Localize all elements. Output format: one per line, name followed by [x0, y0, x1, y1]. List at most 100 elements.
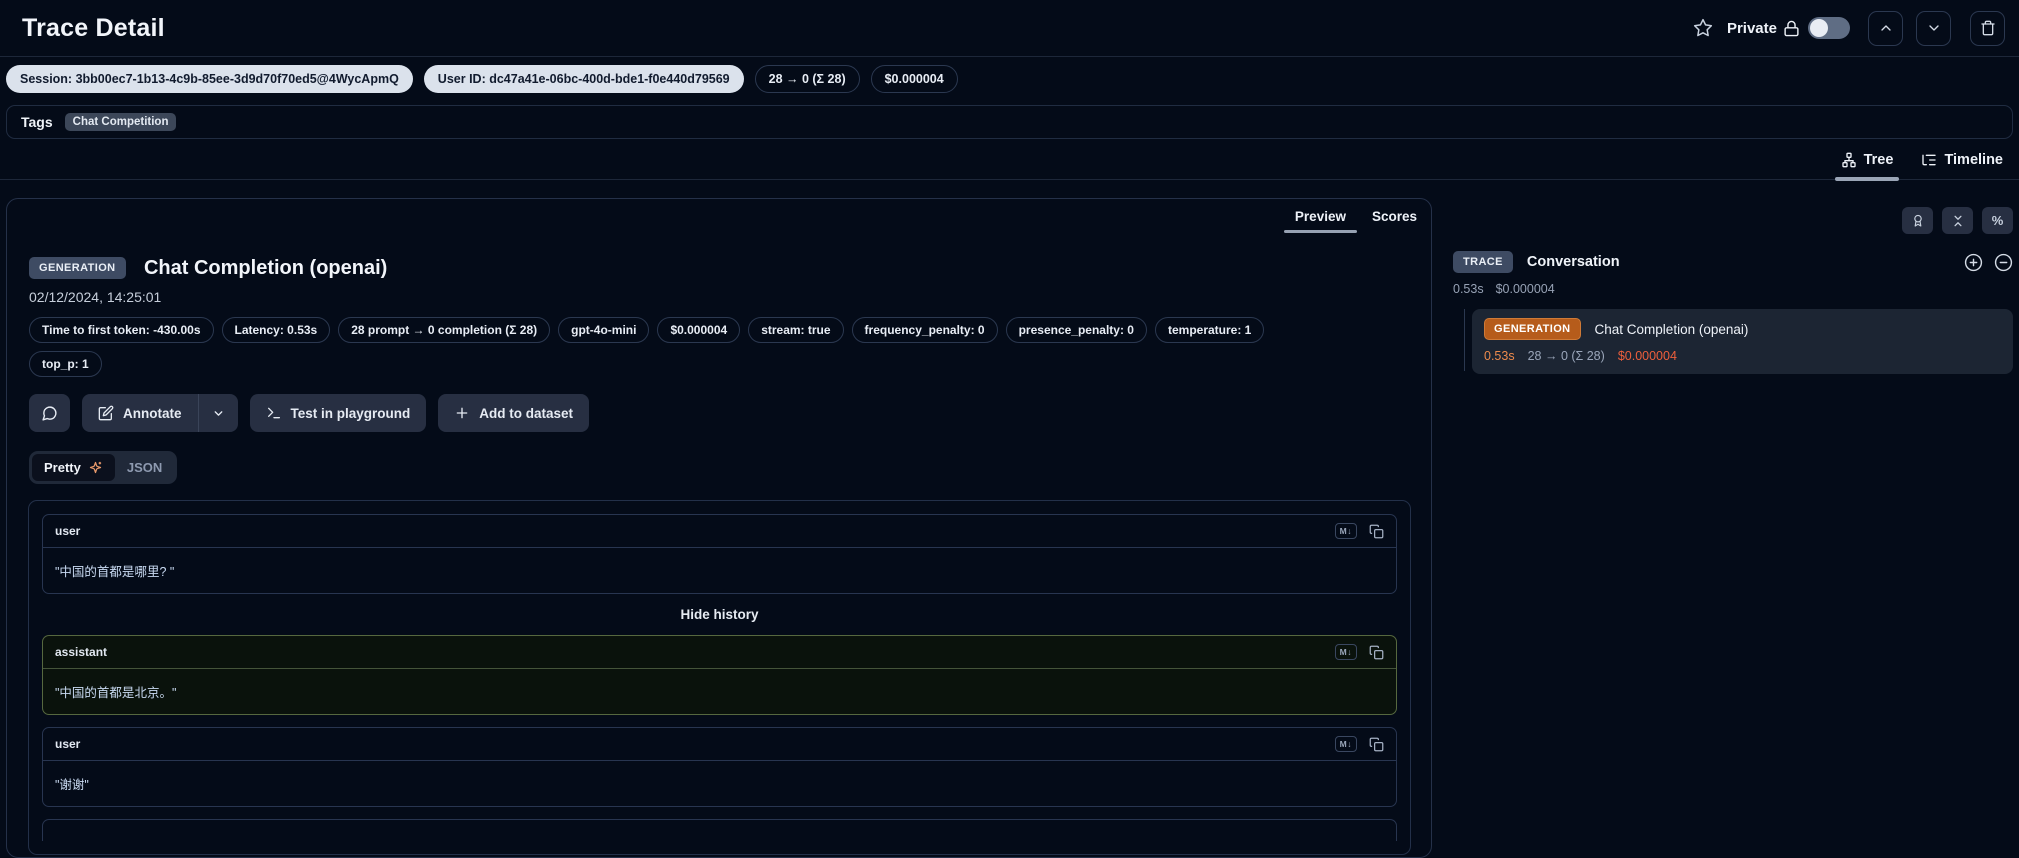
- markdown-toggle-icon[interactable]: M↓: [1335, 644, 1357, 660]
- star-icon: [1693, 18, 1713, 38]
- metric-presence-penalty: presence_penalty: 0: [1006, 317, 1147, 343]
- generation-type-badge: GENERATION: [29, 257, 126, 279]
- tags-label: Tags: [21, 114, 53, 130]
- chevron-up-icon: [1878, 20, 1894, 36]
- actions-row: Annotate Test in playground: [29, 394, 1409, 432]
- comment-bubble-icon: [41, 405, 58, 422]
- message-role: user: [55, 737, 80, 751]
- message-tools: M↓: [1335, 736, 1384, 752]
- tree-icon: [1841, 152, 1857, 168]
- message-header: assistant M↓: [43, 636, 1396, 669]
- tree-children: GENERATION Chat Completion (openai) 0.53…: [1453, 309, 2013, 374]
- observation-title: Chat Completion (openai): [144, 257, 387, 279]
- bookmark-star-button[interactable]: [1693, 18, 1713, 38]
- copy-icon[interactable]: [1369, 737, 1384, 752]
- chevron-down-icon: [1926, 20, 1942, 36]
- expand-collapse-controls: [1964, 253, 2013, 272]
- tree-indent-line: [1464, 309, 1465, 371]
- tab-timeline[interactable]: Timeline: [1921, 152, 2003, 179]
- trace-title: Conversation: [1527, 254, 1620, 270]
- plus-icon: [454, 405, 470, 421]
- show-percent-button[interactable]: %: [1982, 207, 2013, 234]
- view-tabs: Tree Timeline: [0, 139, 2019, 180]
- observation-header: GENERATION Chat Completion (openai) 02/1…: [7, 199, 1431, 432]
- metric-token-usage: 28 prompt → 0 completion (Σ 28): [338, 317, 550, 343]
- message-tools: M↓: [1335, 523, 1384, 539]
- message-content: "中国的首都是哪里? ": [43, 548, 1396, 593]
- playground-label: Test in playground: [291, 406, 411, 421]
- metric-temperature: temperature: 1: [1155, 317, 1264, 343]
- trace-node[interactable]: TRACE Conversation: [1453, 251, 2013, 273]
- delete-trace-button[interactable]: [1970, 11, 2005, 46]
- format-pretty-segment[interactable]: Pretty: [32, 454, 115, 481]
- add-to-dataset-label: Add to dataset: [479, 406, 573, 421]
- copy-icon[interactable]: [1369, 524, 1384, 539]
- message-card-user-2: user M↓ "谢谢": [42, 727, 1397, 807]
- timeline-icon: [1921, 152, 1937, 168]
- cost-badge: $0.000004: [871, 65, 958, 93]
- sparkles-icon: [88, 460, 103, 475]
- generation-tokens: 28 → 0 (Σ 28): [1528, 349, 1605, 363]
- message-tools: M↓: [1335, 644, 1384, 660]
- token-usage-badge: 28 → 0 (Σ 28): [755, 65, 860, 93]
- active-tab-underline: [1835, 177, 1900, 181]
- private-label: Private: [1727, 20, 1777, 37]
- markdown-toggle-icon[interactable]: M↓: [1335, 736, 1357, 752]
- hide-history-button[interactable]: Hide history: [42, 607, 1397, 622]
- messages-container: user M↓ "中国的首都是哪里? " Hide history assist…: [28, 500, 1411, 855]
- collapse-all-button[interactable]: [1942, 207, 1973, 234]
- playground-button[interactable]: Test in playground: [250, 394, 427, 432]
- trace-meta-badges: Session: 3bb00ec7-1b13-4c9b-85ee-3d9d70f…: [6, 63, 2013, 94]
- comment-button[interactable]: [29, 394, 70, 432]
- generation-node-header: GENERATION Chat Completion (openai): [1484, 318, 2001, 340]
- message-header: user M↓: [43, 515, 1396, 548]
- trace-type-badge: TRACE: [1453, 251, 1513, 273]
- topbar: Trace Detail Private: [0, 0, 2019, 57]
- page-title: Trace Detail: [22, 14, 165, 43]
- plus-circle-icon[interactable]: [1964, 253, 1983, 272]
- scores-toggle-button[interactable]: [1902, 207, 1933, 234]
- minus-circle-icon[interactable]: [1994, 253, 2013, 272]
- metric-cost: $0.000004: [657, 317, 740, 343]
- observation-timestamp: 02/12/2024, 14:25:01: [29, 289, 1409, 305]
- add-to-dataset-button[interactable]: Add to dataset: [438, 394, 589, 432]
- metric-latency: Latency: 0.53s: [222, 317, 331, 343]
- annotate-dropdown-button[interactable]: [198, 394, 238, 432]
- trace-tree-panel: % TRACE Conversation 0.53s $0.000004: [1453, 198, 2013, 374]
- terminal-icon: [266, 405, 282, 421]
- json-label: JSON: [127, 460, 162, 475]
- tab-scores[interactable]: Scores: [1372, 209, 1417, 233]
- trace-cost: $0.000004: [1496, 282, 1555, 296]
- trash-icon: [1980, 20, 1996, 36]
- message-card-clipped: [42, 819, 1397, 841]
- message-role: assistant: [55, 645, 107, 659]
- message-content: "中国的首都是北京。": [43, 669, 1396, 714]
- format-json-segment[interactable]: JSON: [115, 454, 174, 481]
- pretty-label: Pretty: [44, 460, 81, 475]
- trace-latency: 0.53s: [1453, 282, 1484, 296]
- generation-tree-node[interactable]: GENERATION Chat Completion (openai) 0.53…: [1472, 309, 2013, 374]
- tab-tree-label: Tree: [1864, 152, 1894, 168]
- percent-icon: %: [1992, 213, 2004, 228]
- tab-preview-label: Preview: [1295, 209, 1346, 224]
- copy-icon[interactable]: [1369, 645, 1384, 660]
- topbar-actions: Private: [1693, 11, 2005, 46]
- next-trace-button[interactable]: [1916, 11, 1951, 46]
- tag-chip[interactable]: Chat Competition: [65, 113, 177, 131]
- tags-container[interactable]: Tags Chat Competition: [6, 105, 2013, 139]
- previous-trace-button[interactable]: [1868, 11, 1903, 46]
- message-card-assistant: assistant M↓ "中国的首都是北京。": [42, 635, 1397, 715]
- generation-cost: $0.000004: [1618, 349, 1677, 363]
- public-private-toggle[interactable]: [1808, 17, 1850, 39]
- markdown-toggle-icon[interactable]: M↓: [1335, 523, 1357, 539]
- user-id-badge[interactable]: User ID: dc47a41e-06bc-400d-bde1-f0e440d…: [424, 65, 744, 93]
- toggle-knob: [1810, 19, 1828, 37]
- message-role: user: [55, 524, 80, 538]
- annotate-button[interactable]: Annotate: [82, 394, 198, 432]
- tab-timeline-label: Timeline: [1944, 152, 2003, 168]
- tab-preview[interactable]: Preview: [1295, 209, 1346, 233]
- metric-frequency-penalty: frequency_penalty: 0: [852, 317, 998, 343]
- chevron-down-icon: [212, 407, 225, 420]
- session-badge[interactable]: Session: 3bb00ec7-1b13-4c9b-85ee-3d9d70f…: [6, 65, 413, 93]
- tab-tree[interactable]: Tree: [1841, 152, 1894, 179]
